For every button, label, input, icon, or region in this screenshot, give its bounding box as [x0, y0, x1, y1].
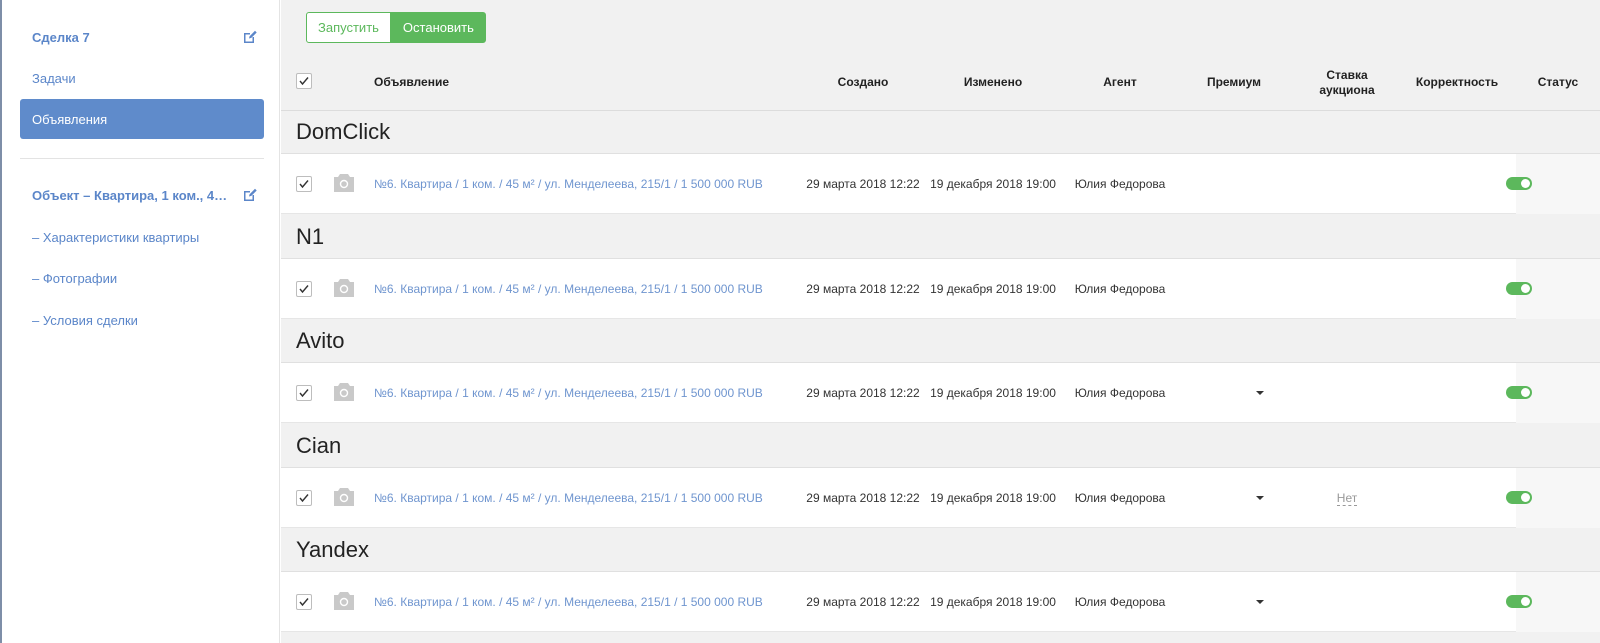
column-header-listing[interactable]: Объявление: [374, 54, 574, 111]
camera-icon: [334, 279, 354, 297]
row-checkbox[interactable]: [296, 176, 312, 192]
column-header-status[interactable]: Статус: [1516, 54, 1600, 111]
sidebar-item-listings-label: Объявления: [32, 111, 108, 127]
sidebar-subitem-label: – Условия сделки: [32, 312, 138, 328]
sidebar-item-listings[interactable]: Объявления: [20, 99, 264, 139]
check-icon: [299, 389, 309, 398]
modified-date: 19 декабря 2018 19:00: [930, 386, 1056, 400]
modified-date: 19 декабря 2018 19:00: [930, 595, 1056, 609]
sidebar-item-object[interactable]: Объект – Квартира, 1 ком., 45 м²: [20, 175, 264, 215]
group-header-n1: N1: [281, 215, 1600, 259]
sidebar-item-deal[interactable]: Сделка 7: [20, 17, 264, 57]
group-header-cian: Cian: [281, 424, 1600, 468]
camera-icon: [334, 383, 354, 401]
sidebar-item-apartment-specs[interactable]: – Характеристики квартиры: [20, 217, 264, 257]
sidebar: Сделка 7 Задачи Объявления Объект – Квар…: [2, 0, 280, 643]
sidebar-subitem-label: – Характеристики квартиры: [32, 229, 200, 245]
column-header-correctness[interactable]: Корректность: [1397, 54, 1517, 111]
sidebar-item-photos[interactable]: – Фотографии: [20, 258, 264, 298]
check-icon: [299, 598, 309, 607]
sidebar-item-object-label: Объект – Квартира, 1 ком., 45 м²: [32, 187, 239, 203]
listing-title[interactable]: №6. Квартира / 1 ком. / 45 м² / ул. Менд…: [374, 386, 763, 400]
created-date: 29 марта 2018 12:22: [806, 282, 920, 296]
listing-title[interactable]: №6. Квартира / 1 ком. / 45 м² / ул. Менд…: [374, 491, 763, 505]
column-header-agent[interactable]: Агент: [1065, 54, 1175, 111]
column-header-auction-line1: Ставка: [1326, 67, 1368, 82]
camera-icon: [334, 592, 354, 610]
agent-name: Юлия Федорова: [1074, 595, 1166, 609]
select-all-checkbox[interactable]: [296, 73, 312, 89]
row-checkbox[interactable]: [296, 594, 312, 610]
row-checkbox[interactable]: [296, 385, 312, 401]
premium-dropdown[interactable]: [1253, 363, 1267, 423]
table-row: №6. Квартира / 1 ком. / 45 м² / ул. Менд…: [281, 259, 1600, 319]
group-header-yandex: Yandex: [281, 528, 1600, 572]
listing-link[interactable]: №6. Квартира / 1 ком. / 45 м² / ул. Менд…: [374, 468, 763, 528]
status-toggle[interactable]: [1506, 282, 1532, 295]
listing-title[interactable]: №6. Квартира / 1 ком. / 45 м² / ул. Менд…: [374, 595, 763, 609]
check-icon: [299, 285, 309, 294]
sidebar-item-deal-label: Сделка 7: [32, 29, 90, 45]
table-row: №6. Квартира / 1 ком. / 45 м² / ул. Менд…: [281, 572, 1600, 632]
row-checkbox[interactable]: [296, 490, 312, 506]
modified-date: 19 декабря 2018 19:00: [930, 491, 1056, 505]
column-header-auction[interactable]: Ставка аукциона: [1297, 54, 1397, 111]
listing-title[interactable]: №6. Квартира / 1 ком. / 45 м² / ул. Менд…: [374, 282, 763, 296]
column-header-premium[interactable]: Премиум: [1179, 54, 1289, 111]
camera-icon: [334, 174, 354, 192]
table-row: №6. Квартира / 1 ком. / 45 м² / ул. Менд…: [281, 154, 1600, 214]
listing-link[interactable]: №6. Квартира / 1 ком. / 45 м² / ул. Менд…: [374, 259, 763, 319]
check-icon: [299, 180, 309, 189]
table-row: №6. Квартира / 1 ком. / 45 м² / ул. Менд…: [281, 468, 1600, 528]
created-date: 29 марта 2018 12:22: [806, 491, 920, 505]
agent-name: Юлия Федорова: [1074, 177, 1166, 191]
sidebar-subitem-label: – Фотографии: [32, 270, 118, 286]
column-header-modified[interactable]: Изменено: [933, 54, 1053, 111]
modified-date: 19 декабря 2018 19:00: [930, 282, 1056, 296]
caret-down-icon: [1256, 496, 1264, 500]
auction-bid-value[interactable]: Нет: [1336, 491, 1358, 506]
caret-down-icon: [1256, 391, 1264, 395]
edit-icon[interactable]: [242, 187, 258, 203]
stop-button[interactable]: Остановить: [390, 12, 486, 43]
status-toggle[interactable]: [1506, 491, 1532, 504]
listing-link[interactable]: №6. Квартира / 1 ком. / 45 м² / ул. Менд…: [374, 572, 763, 632]
status-toggle[interactable]: [1506, 386, 1532, 399]
agent-name: Юлия Федорова: [1074, 386, 1166, 400]
agent-name: Юлия Федорова: [1074, 282, 1166, 296]
camera-icon: [334, 488, 354, 506]
group-header-avito: Avito: [281, 319, 1600, 363]
caret-down-icon: [1256, 600, 1264, 604]
table-row: №6. Квартира / 1 ком. / 45 м² / ул. Менд…: [281, 363, 1600, 423]
agent-name: Юлия Федорова: [1074, 491, 1166, 505]
premium-dropdown[interactable]: [1253, 572, 1267, 632]
created-date: 29 марта 2018 12:22: [806, 595, 920, 609]
check-icon: [299, 77, 309, 86]
sidebar-item-deal-terms[interactable]: – Условия сделки: [20, 300, 264, 340]
column-header-auction-line2: аукциона: [1319, 82, 1375, 97]
status-toggle[interactable]: [1506, 595, 1532, 608]
modified-date: 19 декабря 2018 19:00: [930, 177, 1056, 191]
row-checkbox[interactable]: [296, 281, 312, 297]
listing-title[interactable]: №6. Квартира / 1 ком. / 45 м² / ул. Менд…: [374, 177, 763, 191]
listing-link[interactable]: №6. Квартира / 1 ком. / 45 м² / ул. Менд…: [374, 363, 763, 423]
auction-bid-cell: Нет: [1317, 468, 1377, 528]
group-header-domclick: DomClick: [281, 110, 1600, 154]
status-toggle[interactable]: [1506, 177, 1532, 190]
sidebar-item-tasks-label: Задачи: [32, 70, 76, 86]
table-header: Объявление Создано Изменено Агент Премиу…: [281, 54, 1600, 111]
sidebar-item-tasks[interactable]: Задачи: [20, 58, 264, 98]
sidebar-divider: [20, 158, 264, 159]
created-date: 29 марта 2018 12:22: [806, 177, 920, 191]
edit-icon[interactable]: [242, 29, 258, 45]
check-icon: [299, 494, 309, 503]
created-date: 29 марта 2018 12:22: [806, 386, 920, 400]
main-content: Запустить Остановить Объявление Создано …: [281, 0, 1600, 643]
listing-link[interactable]: №6. Квартира / 1 ком. / 45 м² / ул. Менд…: [374, 154, 763, 214]
toolbar: Запустить Остановить: [306, 12, 486, 43]
start-button[interactable]: Запустить: [306, 12, 391, 43]
premium-dropdown[interactable]: [1253, 468, 1267, 528]
column-header-created[interactable]: Создано: [803, 54, 923, 111]
